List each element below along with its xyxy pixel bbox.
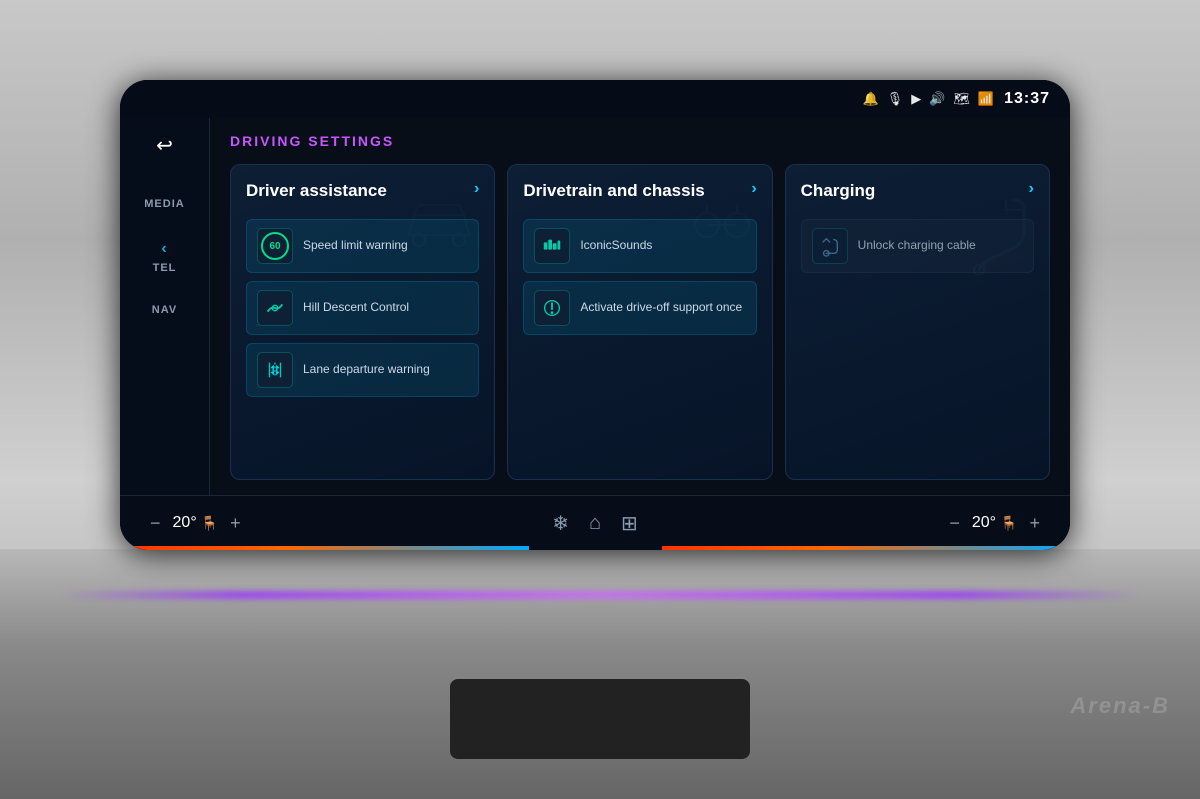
charging-card[interactable]: Charging › <box>785 164 1050 480</box>
status-time: 13:37 <box>1004 90 1050 108</box>
lane-departure-label: Lane departure warning <box>303 362 430 378</box>
volume-icon: 🔊 <box>929 91 945 107</box>
nav-icon: 🗺 <box>953 91 970 107</box>
left-temp-minus[interactable]: − <box>150 513 161 534</box>
right-seat-icon: 🪑 <box>1000 515 1017 532</box>
drivetrain-card[interactable]: Drivetrain and chassis › <box>507 164 772 480</box>
speed-value: 60 <box>269 241 280 252</box>
status-bar: 🔔 🎙 ▶ 🔊 🗺 📶 13:37 <box>120 80 1070 118</box>
voice-icon: 🎙 <box>887 91 904 107</box>
watermark: Arena-B <box>1070 693 1170 719</box>
right-temp-text: 20° <box>972 514 996 532</box>
dashboard-bottom <box>0 549 1200 799</box>
drivetrain-bg-icon <box>687 195 757 269</box>
card-title-drivetrain: Drivetrain and chassis <box>523 180 704 202</box>
play-icon: ▶ <box>911 91 921 107</box>
status-icons: 🔔 🎙 ▶ 🔊 🗺 📶 <box>862 91 994 107</box>
left-temp-value: 20° 🪑 <box>173 514 219 532</box>
hill-descent-item[interactable]: Hill Descent Control <box>246 281 479 335</box>
sidebar-item-media[interactable]: MEDIA <box>144 198 184 210</box>
screen-bezel: 🔔 🎙 ▶ 🔊 🗺 📶 13:37 ↩ MEDIA <box>120 80 1070 550</box>
home-button[interactable]: ⌂ <box>589 512 601 535</box>
left-seat-icon: 🪑 <box>201 515 218 532</box>
temp-bar-right <box>662 546 1071 550</box>
speed-limit-icon: 60 <box>261 232 289 260</box>
right-temp-control: − 20° 🪑 + <box>949 513 1040 534</box>
card-title-charging: Charging <box>801 180 876 202</box>
lane-departure-icon-container <box>257 352 293 388</box>
tel-label: TEL <box>153 262 177 274</box>
speed-limit-icon-container: 60 <box>257 228 293 264</box>
drive-off-item[interactable]: Activate drive-off support once <box>523 281 756 335</box>
right-temp-plus[interactable]: + <box>1029 513 1040 534</box>
left-temp-text: 20° <box>173 514 197 532</box>
right-temp-value: 20° 🪑 <box>972 514 1018 532</box>
temp-bar-left <box>120 546 529 550</box>
temp-bar <box>120 546 1070 550</box>
right-temp-minus[interactable]: − <box>949 513 960 534</box>
vent-area <box>450 679 750 759</box>
car-background: Arena-B 🔔 🎙 ▶ 🔊 🗺 📶 13:37 ↩ <box>0 0 1200 799</box>
drive-off-label: Activate drive-off support once <box>580 300 742 316</box>
left-sidebar: ↩ MEDIA ‹ TEL NAV <box>120 118 210 495</box>
hill-descent-icon-container <box>257 290 293 326</box>
iconic-sounds-icon-container <box>534 228 570 264</box>
center-content: DRIVING SETTINGS Driver assistance › <box>210 118 1070 495</box>
page-title: DRIVING SETTINGS <box>230 133 1050 149</box>
chevron-left-icon: ‹ <box>161 240 167 258</box>
card-title-driver: Driver assistance <box>246 180 387 202</box>
tel-chevron: ‹ <box>161 240 167 258</box>
nav-label: NAV <box>152 304 177 316</box>
left-temp-control: − 20° 🪑 + <box>150 513 241 534</box>
notification-icon: 🔔 <box>862 91 878 107</box>
back-button[interactable]: ↩ <box>156 133 173 158</box>
lane-departure-item[interactable]: Lane departure warning <box>246 343 479 397</box>
signal-icon: 📶 <box>978 91 994 107</box>
main-content: ↩ MEDIA ‹ TEL NAV <box>120 118 1070 495</box>
ambient-strip <box>0 591 1200 599</box>
unlock-cable-label: Unlock charging cable <box>858 238 976 254</box>
cards-grid: Driver assistance › <box>230 164 1050 480</box>
driver-assistance-card[interactable]: Driver assistance › <box>230 164 495 480</box>
iconic-sounds-label: IconicSounds <box>580 238 652 254</box>
sidebar-item-nav[interactable]: NAV <box>152 304 177 316</box>
center-controls: ❄ ⌂ ⊞ <box>552 511 638 536</box>
grid-button[interactable]: ⊞ <box>621 511 638 536</box>
bottom-bar: − 20° 🪑 + ❄ ⌂ ⊞ − 20° <box>120 495 1070 550</box>
screen: 🔔 🎙 ▶ 🔊 🗺 📶 13:37 ↩ MEDIA <box>120 80 1070 550</box>
speed-limit-label: Speed limit warning <box>303 238 408 254</box>
media-label: MEDIA <box>144 198 184 210</box>
car-bg-icon <box>399 195 479 269</box>
fan-button[interactable]: ❄ <box>552 511 569 536</box>
left-temp-plus[interactable]: + <box>230 513 241 534</box>
unlock-cable-icon-container <box>812 228 848 264</box>
hill-descent-label: Hill Descent Control <box>303 300 409 316</box>
sidebar-item-tel[interactable]: ‹ TEL <box>153 240 177 274</box>
unlock-cable-item[interactable]: Unlock charging cable <box>801 219 1034 273</box>
card-items-charging: Unlock charging cable <box>801 219 1034 273</box>
drive-off-icon-container <box>534 290 570 326</box>
